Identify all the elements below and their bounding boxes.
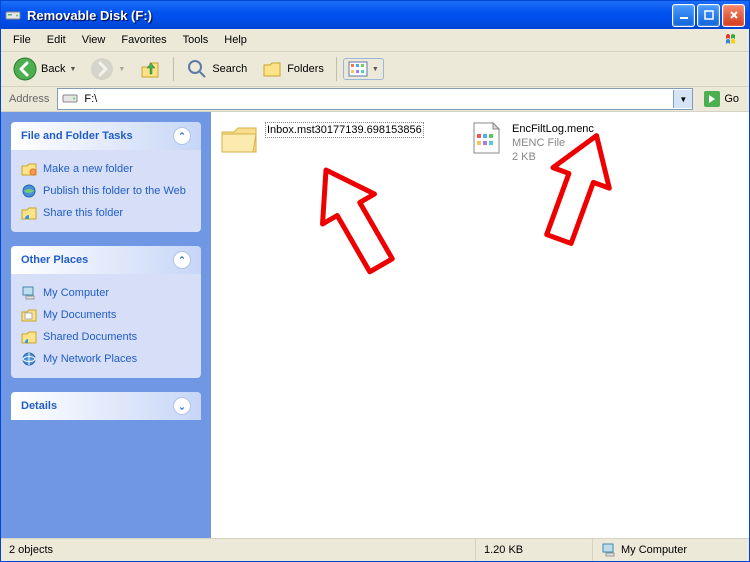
drive-icon: [62, 90, 78, 109]
menu-file[interactable]: File: [5, 32, 39, 48]
item-name: EncFiltLog.menc: [512, 122, 594, 136]
go-label: Go: [724, 93, 739, 105]
status-object-count: 2 objects: [1, 539, 476, 561]
panel-title: Other Places: [21, 254, 88, 266]
panel-link-label: Shared Documents: [43, 331, 137, 343]
address-label: Address: [5, 93, 53, 105]
item-size: 2 KB: [512, 150, 594, 164]
folders-button[interactable]: Folders: [255, 56, 330, 82]
panel-link-label: My Network Places: [43, 353, 137, 365]
menu-help[interactable]: Help: [216, 32, 255, 48]
status-location: My Computer: [593, 539, 749, 561]
folders-label: Folders: [287, 63, 324, 75]
toolbar-divider: [173, 57, 174, 81]
back-button[interactable]: Back ▼: [7, 55, 82, 83]
panel-file-folder-tasks: File and Folder Tasks ⌃ Make a new folde…: [11, 122, 201, 232]
my-network-places-link[interactable]: My Network Places: [21, 348, 191, 370]
share-folder-link[interactable]: Share this folder: [21, 202, 191, 224]
back-label: Back: [41, 63, 65, 75]
panel-link-label: Share this folder: [43, 207, 123, 219]
menu-favorites[interactable]: Favorites: [113, 32, 174, 48]
my-computer-link[interactable]: My Computer: [21, 282, 191, 304]
panel-link-label: Publish this folder to the Web: [43, 185, 186, 197]
item-name: Inbox.mst30177139.698153856: [265, 122, 424, 138]
chevron-down-icon: ▼: [118, 66, 125, 73]
toolbar-divider: [336, 57, 337, 81]
panel-header[interactable]: Other Places ⌃: [11, 246, 201, 274]
file-icon: [466, 120, 506, 156]
make-new-folder-link[interactable]: Make a new folder: [21, 158, 191, 180]
address-dropdown[interactable]: ▼: [673, 90, 692, 108]
close-button[interactable]: [722, 4, 745, 27]
panel-title: Details: [21, 400, 57, 412]
maximize-button[interactable]: [697, 4, 720, 27]
annotation-arrow: [291, 152, 421, 292]
window-title: Removable Disk (F:): [27, 8, 672, 23]
folder-icon: [219, 120, 259, 156]
menu-view[interactable]: View: [74, 32, 114, 48]
my-documents-link[interactable]: My Documents: [21, 304, 191, 326]
publish-to-web-link[interactable]: Publish this folder to the Web: [21, 180, 191, 202]
collapse-icon: ⌃: [173, 251, 191, 269]
search-label: Search: [212, 63, 247, 75]
explorer-window: Removable Disk (F:) File Edit View Favor…: [0, 0, 750, 562]
collapse-icon: ⌃: [173, 127, 191, 145]
share-folder-icon: [21, 205, 37, 221]
panel-header[interactable]: File and Folder Tasks ⌃: [11, 122, 201, 150]
menubar: File Edit View Favorites Tools Help: [1, 29, 749, 52]
file-item[interactable]: EncFiltLog.menc MENC File 2 KB: [466, 120, 714, 164]
window-buttons: [672, 4, 745, 27]
menu-edit[interactable]: Edit: [39, 32, 74, 48]
folder-new-icon: [21, 161, 37, 177]
toolbar: Back ▼ ▼ Search Folders ▼: [1, 52, 749, 87]
up-button[interactable]: [133, 56, 167, 82]
status-location-label: My Computer: [621, 544, 687, 556]
search-button[interactable]: Search: [180, 56, 253, 82]
go-button[interactable]: Go: [697, 88, 745, 110]
my-computer-icon: [21, 285, 37, 301]
address-input[interactable]: [82, 92, 673, 106]
publish-web-icon: [21, 183, 37, 199]
address-input-wrap[interactable]: ▼: [57, 88, 693, 110]
panel-title: File and Folder Tasks: [21, 130, 133, 142]
main-area: File and Folder Tasks ⌃ Make a new folde…: [1, 112, 749, 538]
panel-header[interactable]: Details ⌃: [11, 392, 201, 420]
forward-button[interactable]: ▼: [84, 55, 131, 83]
panel-link-label: My Documents: [43, 309, 116, 321]
item-filetype: MENC File: [512, 136, 594, 150]
addressbar: Address ▼ Go: [1, 87, 749, 112]
panel-other-places: Other Places ⌃ My Computer My Documents …: [11, 246, 201, 378]
network-places-icon: [21, 351, 37, 367]
folder-item[interactable]: Inbox.mst30177139.698153856: [219, 120, 467, 156]
chevron-down-icon: ▼: [372, 66, 379, 73]
drive-icon: [5, 7, 21, 23]
minimize-button[interactable]: [672, 4, 695, 27]
status-size: 1.20 KB: [476, 539, 593, 561]
panel-details: Details ⌃: [11, 392, 201, 420]
statusbar: 2 objects 1.20 KB My Computer: [1, 538, 749, 561]
windows-flag-icon: [723, 31, 745, 49]
panel-link-label: Make a new folder: [43, 163, 133, 175]
expand-icon: ⌃: [173, 397, 191, 415]
chevron-down-icon: ▼: [69, 66, 76, 73]
sidebar: File and Folder Tasks ⌃ Make a new folde…: [1, 112, 211, 538]
views-button[interactable]: ▼: [343, 58, 384, 80]
shared-documents-icon: [21, 329, 37, 345]
shared-documents-link[interactable]: Shared Documents: [21, 326, 191, 348]
titlebar[interactable]: Removable Disk (F:): [1, 1, 749, 29]
panel-link-label: My Computer: [43, 287, 109, 299]
my-computer-icon: [601, 542, 617, 558]
content-pane[interactable]: Inbox.mst30177139.698153856 EncFiltLog.m…: [211, 112, 749, 538]
my-documents-icon: [21, 307, 37, 323]
menu-tools[interactable]: Tools: [175, 32, 217, 48]
